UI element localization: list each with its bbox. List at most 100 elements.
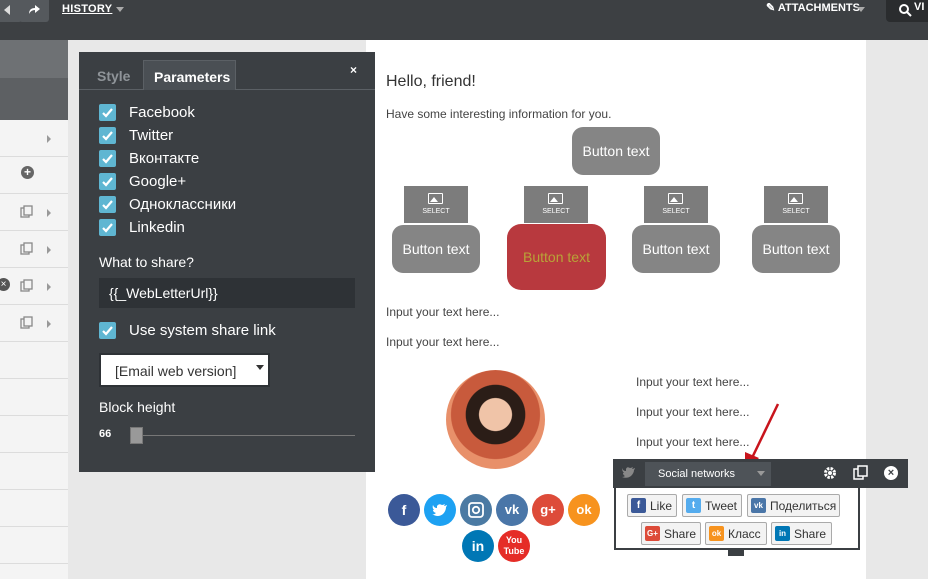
- share-button-facebook[interactable]: f Like: [627, 494, 677, 517]
- google-plus-icon: G+: [645, 526, 660, 541]
- history-menu[interactable]: HISTORY: [62, 3, 112, 15]
- youtube-icon[interactable]: You Tube: [498, 530, 530, 562]
- view-button[interactable]: VI: [886, 0, 928, 22]
- block-height-label: Block height: [99, 399, 176, 415]
- chevron-right-icon: [47, 135, 51, 143]
- facebook-icon: f: [631, 498, 646, 513]
- tab-style[interactable]: Style: [97, 68, 130, 84]
- copy-icon[interactable]: [20, 279, 34, 293]
- linkedin-label: Linkedin: [129, 219, 185, 236]
- sidebar-row[interactable]: [0, 194, 68, 231]
- chevron-right-icon: [47, 283, 51, 291]
- top-button[interactable]: Button text: [572, 127, 660, 175]
- share-url-input[interactable]: [99, 278, 355, 308]
- odnoklassniki-checkbox[interactable]: [99, 196, 116, 213]
- system-share-link-checkbox[interactable]: [99, 322, 116, 339]
- resize-handle[interactable]: [728, 550, 744, 556]
- remove-icon[interactable]: ×: [0, 278, 10, 291]
- sidebar-row[interactable]: ×: [0, 268, 68, 305]
- chevron-right-icon: [47, 209, 51, 217]
- dropdown-arrow-icon[interactable]: [256, 365, 264, 370]
- google-plus-checkbox[interactable]: [99, 173, 116, 190]
- vkontakte-checkbox[interactable]: [99, 150, 116, 167]
- share-source-select[interactable]: [Email web version]: [99, 353, 270, 387]
- image-icon: [668, 193, 683, 204]
- attachments-caret-icon[interactable]: [857, 7, 865, 12]
- select-label: SELECT: [542, 208, 570, 215]
- sidebar-row[interactable]: [0, 453, 68, 490]
- chevron-down-icon[interactable]: [757, 471, 765, 476]
- sidebar-row[interactable]: [0, 342, 68, 379]
- gear-icon[interactable]: [823, 466, 837, 480]
- text-block-1[interactable]: Input your text here...: [386, 305, 499, 319]
- block-list-sidebar: + ×: [0, 40, 68, 579]
- image-select-4[interactable]: SELECT: [764, 186, 828, 223]
- right-text-1[interactable]: Input your text here...: [636, 375, 749, 389]
- share-button-twitter[interactable]: t Tweet: [682, 494, 742, 517]
- email-button-2[interactable]: Button text: [507, 224, 606, 290]
- history-caret-icon[interactable]: [116, 7, 124, 12]
- share-button-odnoklassniki[interactable]: ok Класс: [705, 522, 767, 545]
- tab-parameters[interactable]: Parameters: [143, 60, 236, 90]
- copy-icon[interactable]: [20, 242, 34, 256]
- sidebar-row[interactable]: [0, 231, 68, 268]
- add-circle-icon[interactable]: +: [21, 166, 34, 179]
- copy-icon[interactable]: [20, 316, 34, 330]
- close-icon[interactable]: ×: [350, 63, 357, 77]
- sidebar-row-add[interactable]: +: [0, 157, 68, 194]
- copy-icon[interactable]: [20, 205, 34, 219]
- sidebar-row[interactable]: [0, 120, 68, 157]
- attachments-menu[interactable]: ✎ ATTACHMENTS: [766, 1, 860, 14]
- odnoklassniki-label: Одноклассники: [129, 196, 237, 213]
- linkedin-checkbox[interactable]: [99, 219, 116, 236]
- redo-arrow-icon: [29, 5, 40, 14]
- image-select-2[interactable]: SELECT: [524, 186, 588, 223]
- email-button-4[interactable]: Button text: [752, 225, 840, 273]
- google-plus-label: Google+: [129, 173, 187, 190]
- sidebar-row[interactable]: [0, 490, 68, 527]
- greeting-heading[interactable]: Hello, friend!: [386, 73, 476, 91]
- share-button-vk[interactable]: vk Поделиться: [747, 494, 840, 517]
- block-height-slider-track[interactable]: [130, 435, 355, 436]
- select-label: SELECT: [782, 208, 810, 215]
- vk-icon[interactable]: vk: [496, 494, 528, 526]
- social-networks-dropdown[interactable]: Social networks: [645, 462, 771, 486]
- image-select-3[interactable]: SELECT: [644, 186, 708, 223]
- share-button-google-plus[interactable]: G+ Share: [641, 522, 701, 545]
- attachments-label: ATTACHMENTS: [777, 2, 860, 14]
- sidebar-row[interactable]: [0, 416, 68, 453]
- redo-button[interactable]: [19, 0, 49, 22]
- block-height-slider-thumb[interactable]: [130, 427, 143, 444]
- linkedin-icon[interactable]: in: [462, 530, 494, 562]
- image-select-1[interactable]: SELECT: [404, 186, 468, 223]
- email-button-3[interactable]: Button text: [632, 225, 720, 273]
- facebook-icon[interactable]: f: [388, 494, 420, 526]
- email-button-1[interactable]: Button text: [392, 225, 480, 273]
- sidebar-row[interactable]: [0, 305, 68, 342]
- copy-icon[interactable]: [853, 465, 869, 481]
- right-text-3[interactable]: Input your text here...: [636, 435, 749, 449]
- right-text-2[interactable]: Input your text here...: [636, 405, 749, 419]
- google-plus-icon[interactable]: g+: [532, 494, 564, 526]
- instagram-icon[interactable]: [460, 494, 492, 526]
- share-button-linkedin[interactable]: in Share: [771, 522, 832, 545]
- sidebar-row[interactable]: [0, 379, 68, 416]
- image-icon: [428, 193, 443, 204]
- twitter-icon[interactable]: [424, 494, 456, 526]
- view-label: VI: [914, 1, 925, 13]
- odnoklassniki-icon[interactable]: ok: [568, 494, 600, 526]
- sidebar-subheader: [0, 78, 68, 120]
- sidebar-row[interactable]: [0, 527, 68, 564]
- delete-block-icon[interactable]: ×: [884, 466, 898, 480]
- facebook-checkbox[interactable]: [99, 104, 116, 121]
- intro-text[interactable]: Have some interesting information for yo…: [386, 107, 611, 121]
- linkedin-icon: in: [775, 526, 790, 541]
- text-block-2[interactable]: Input your text here...: [386, 335, 499, 349]
- select-label: SELECT: [422, 208, 450, 215]
- twitter-checkbox[interactable]: [99, 127, 116, 144]
- select-label: SELECT: [662, 208, 690, 215]
- share-button-label: Tweet: [705, 499, 738, 513]
- avatar-photo[interactable]: [446, 370, 545, 469]
- check-icon: [102, 177, 113, 187]
- twitter-icon: t: [686, 498, 701, 513]
